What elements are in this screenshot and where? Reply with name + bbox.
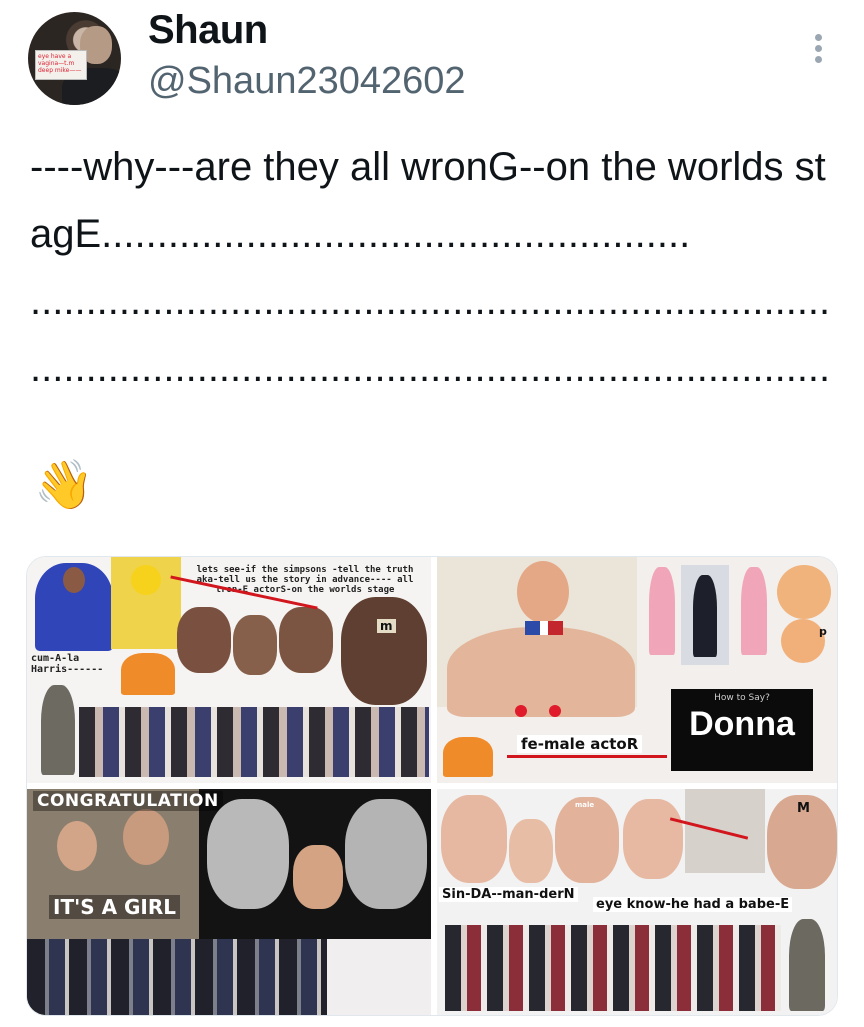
flag-bowtie [525, 621, 563, 635]
statue-figure [789, 919, 825, 1011]
portrait-grey-2 [345, 799, 427, 909]
red-dot-right [549, 705, 561, 717]
author-display-name[interactable]: Shaun [148, 8, 268, 53]
image2-center-label: fe-male actoR [517, 735, 643, 753]
orange-figure [121, 653, 175, 695]
figure-row [27, 939, 327, 1015]
media-grid: lets see-if the simpsons -tell the truth… [26, 556, 838, 1016]
orange-figure [443, 737, 493, 777]
portrait-1 [177, 607, 231, 673]
donna-subtitle: How to Say? [714, 693, 770, 703]
red-dot-left [515, 705, 527, 717]
red-arrow [507, 755, 667, 758]
portrait-4 [623, 799, 683, 879]
cartoon-woman-1 [649, 567, 675, 655]
image4-label-left: Sin-DA--man-derN [439, 887, 578, 902]
tweet-text: ----why---are they all wronG--on the wor… [30, 145, 831, 390]
media-image-1[interactable]: lets see-if the simpsons -tell the truth… [27, 557, 431, 783]
portrait-3 [555, 797, 619, 883]
media-image-3[interactable]: CONGRATULATION IT'S A GIRL [27, 789, 431, 1015]
portrait-grey-1 [207, 799, 289, 909]
crowd-face-1 [57, 821, 97, 871]
cartoon-trump-face-1 [777, 565, 831, 619]
image4-label-right: eye know-he had a babe-E [593, 897, 793, 912]
figure-row [445, 925, 781, 1011]
statue-figure [41, 685, 75, 775]
cartoon-face [131, 565, 161, 595]
media-image-2[interactable]: p fe-male actoR How to Say? Donna [437, 557, 837, 783]
image1-side-label: cum-A-la Harris------ [31, 653, 104, 675]
banner-top: CONGRATULATION [33, 791, 223, 811]
portrait-mark: m [377, 619, 396, 633]
portrait-mark-male: male [575, 801, 595, 809]
portrait-2 [233, 615, 277, 675]
portrait-3 [279, 607, 333, 673]
figure-face [63, 567, 85, 593]
more-options-icon[interactable] [808, 34, 828, 70]
author-avatar[interactable]: eye have a vagina—t.m deep mike—— [28, 12, 121, 105]
avatar-sign: eye have a vagina—t.m deep mike—— [35, 50, 87, 80]
media-image-4[interactable]: male M Sin-DA--man-derN eye know-he had … [437, 789, 837, 1015]
portrait-1 [441, 795, 507, 883]
figure-row [79, 707, 429, 777]
author-handle[interactable]: @Shaun23042602 [148, 60, 466, 103]
portrait-2 [509, 819, 553, 883]
image2-mark: p [819, 625, 827, 638]
torso [447, 627, 635, 717]
banner-bottom: IT'S A GIRL [49, 895, 181, 919]
trump-face [517, 561, 569, 623]
portrait-mark-m: M [797, 801, 810, 816]
suit-figure [693, 575, 717, 657]
sketch-panel [327, 939, 431, 1015]
cartoon-woman-2 [741, 567, 767, 655]
crowd-face-2 [123, 809, 169, 865]
donna-title: Donna [689, 705, 795, 743]
image1-caption: lets see-if the simpsons -tell the truth… [196, 565, 414, 595]
waving-hand-emoji: 👋 [34, 459, 94, 512]
portrait-large [341, 597, 427, 705]
portrait-color [293, 845, 343, 909]
